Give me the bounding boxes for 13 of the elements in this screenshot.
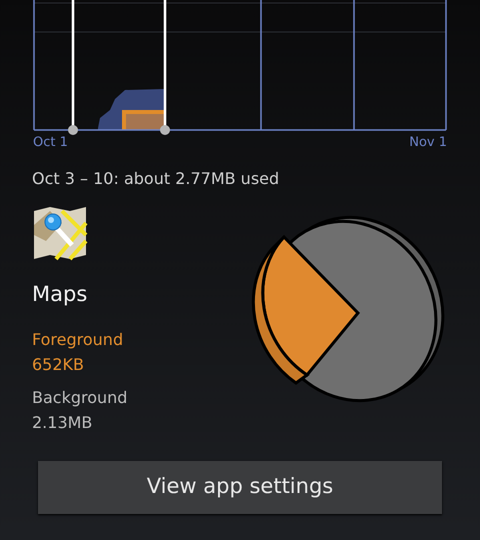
app-name: Maps — [32, 282, 88, 306]
usage-summary: Oct 3 – 10: about 2.77MB used — [32, 169, 280, 188]
background-label: Background — [32, 386, 128, 408]
range-handle[interactable] — [160, 0, 170, 135]
foreground-usage-area — [122, 110, 164, 130]
view-settings-button[interactable]: View app settings — [38, 460, 442, 514]
axis-label: Oct 1 — [33, 136, 68, 149]
foreground-label: Foreground — [32, 328, 124, 350]
foreground-value: 652KB — [32, 354, 86, 376]
range-handle[interactable] — [68, 0, 78, 135]
background-value: 2.13MB — [32, 412, 94, 434]
axis-label: Nov 1 — [409, 136, 447, 149]
map-icon — [32, 205, 88, 261]
